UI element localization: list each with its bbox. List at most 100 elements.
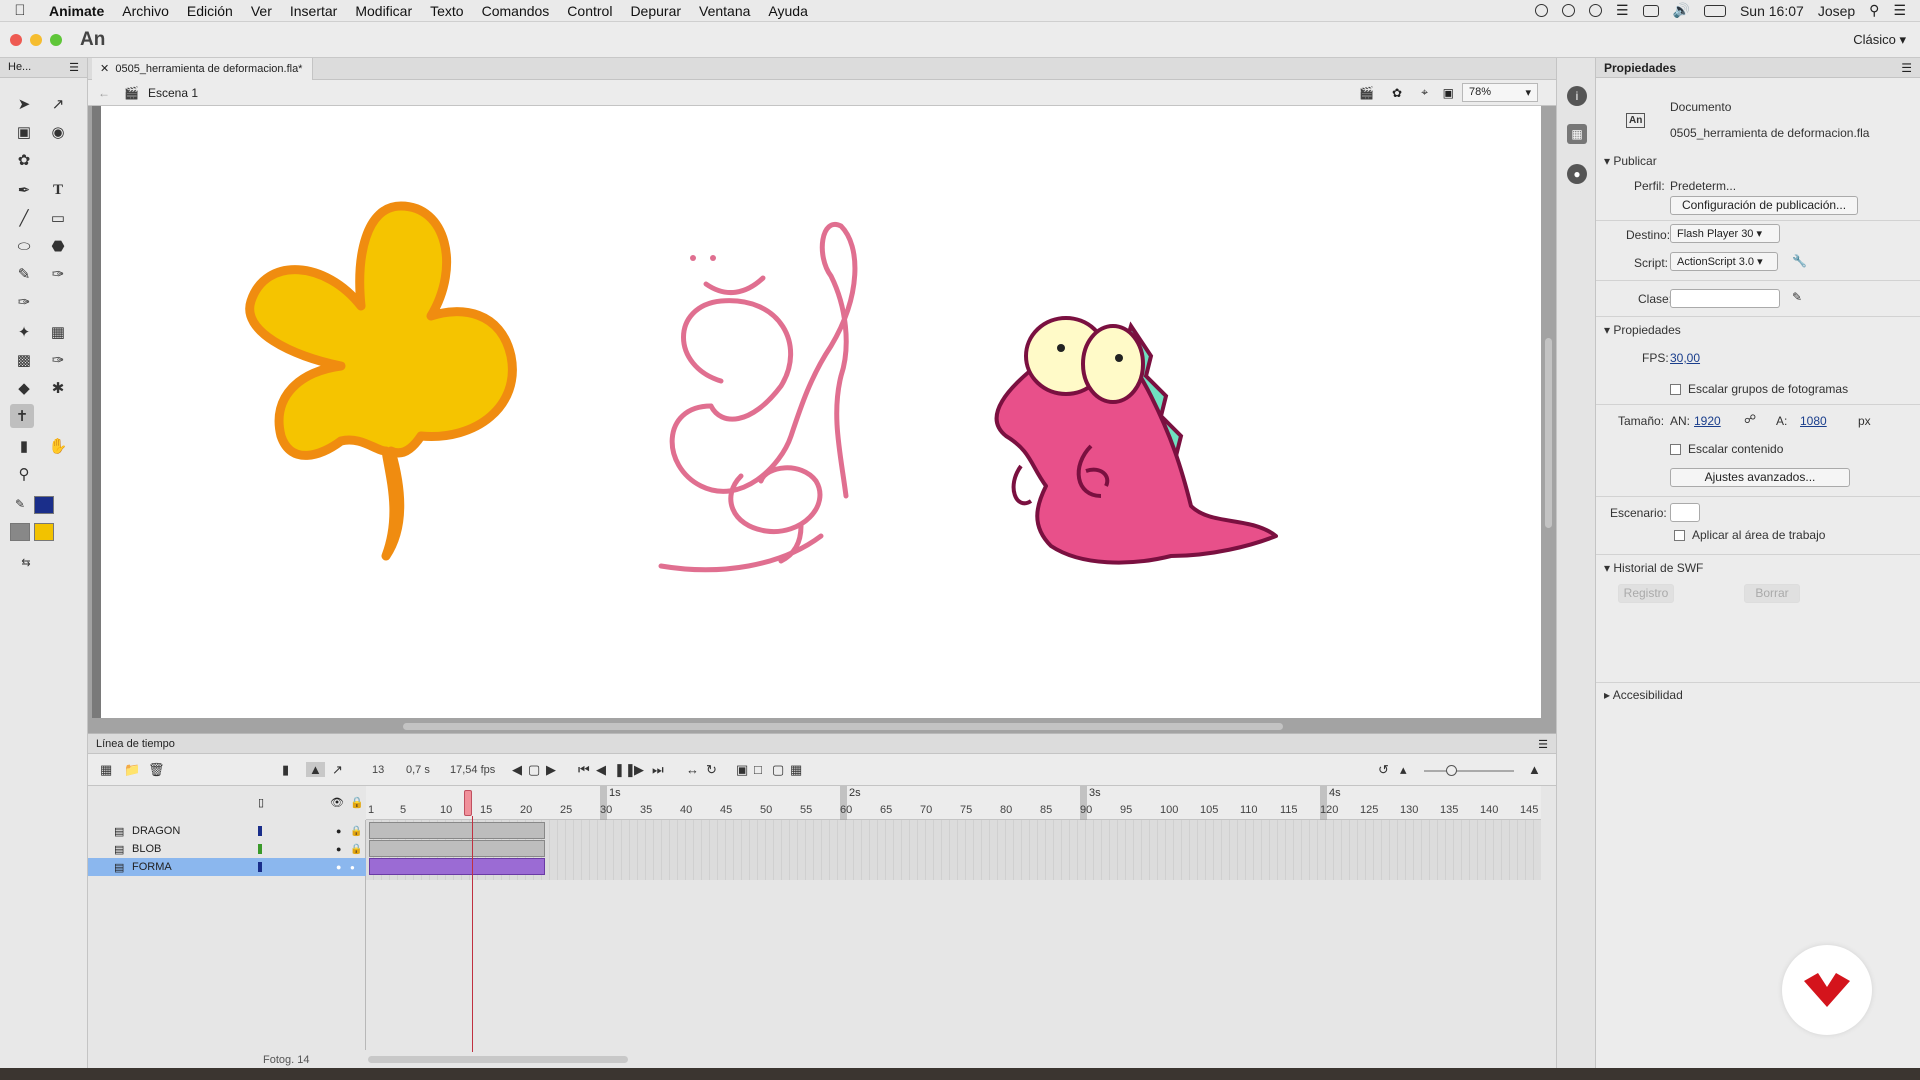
current-frame[interactable]: 13 bbox=[372, 764, 384, 776]
bone-tool-icon[interactable]: ✦ bbox=[12, 320, 36, 344]
menu-texto[interactable]: Texto bbox=[421, 3, 472, 19]
subselection-tool-icon[interactable]: ↗ bbox=[46, 92, 70, 116]
menu-modificar[interactable]: Modificar bbox=[346, 3, 421, 19]
pencil-tool-icon[interactable]: ✎ bbox=[12, 262, 36, 286]
library-icon[interactable]: ▦ bbox=[1567, 124, 1587, 144]
menu-edicion[interactable]: Edición bbox=[178, 3, 242, 19]
layer-color-swatch[interactable] bbox=[258, 826, 262, 836]
menu-insertar[interactable]: Insertar bbox=[281, 3, 346, 19]
minimize-window-button[interactable] bbox=[30, 33, 42, 46]
scale-frame-groups-checkbox[interactable] bbox=[1670, 384, 1681, 395]
apple-menu-icon[interactable]:  bbox=[0, 2, 40, 19]
back-arrow-icon[interactable]: ← bbox=[98, 86, 110, 100]
swf-log-button[interactable]: Registro bbox=[1618, 584, 1674, 603]
new-layer-icon[interactable]: ▦ bbox=[100, 762, 112, 778]
creative-cloud-icon[interactable] bbox=[1561, 4, 1575, 17]
last-frame-icon[interactable]: ⏭ bbox=[652, 762, 664, 778]
close-window-button[interactable] bbox=[10, 33, 22, 46]
user-name[interactable]: Josep bbox=[1818, 3, 1855, 19]
center-stage-icon[interactable]: ⌖ bbox=[1421, 85, 1428, 100]
ink-bottle-tool-icon[interactable]: ▩ bbox=[12, 348, 36, 372]
width-tool-icon[interactable]: ✱ bbox=[46, 376, 70, 400]
paint-brush-tool-icon[interactable]: ✑ bbox=[12, 290, 36, 314]
playhead[interactable] bbox=[464, 790, 472, 816]
lock-icon[interactable]: 🔒 bbox=[350, 826, 362, 837]
apply-workarea-checkbox[interactable] bbox=[1674, 530, 1685, 541]
frame-rate[interactable]: 17,54 fps bbox=[450, 764, 495, 776]
link-dimensions-icon[interactable]: ☍ bbox=[1744, 412, 1756, 426]
publish-section-toggle[interactable]: ▾ Publicar bbox=[1604, 154, 1657, 168]
zoom-select[interactable]: 78% ▾ bbox=[1462, 83, 1538, 102]
menu-archivo[interactable]: Archivo bbox=[113, 3, 178, 19]
visibility-dot[interactable]: ● bbox=[336, 862, 341, 872]
dragon-frame-span[interactable] bbox=[369, 822, 545, 839]
clip-content-icon[interactable]: ▣ bbox=[1443, 86, 1454, 100]
layer-color-swatch[interactable] bbox=[258, 844, 262, 854]
stage-horizontal-scrollbar[interactable] bbox=[403, 723, 1283, 730]
workspace-selector[interactable]: Clásico ▾ bbox=[1853, 32, 1906, 48]
timeline-ruler[interactable]: 1s 2s 3s 4s 1 5 10 15 20 25 30 35 40 45 50 55 60 65 70 75 80… bbox=[366, 786, 1541, 820]
clock[interactable]: Sun 16:07 bbox=[1740, 3, 1804, 19]
panel-menu-icon[interactable]: ☰ bbox=[1901, 61, 1912, 75]
pause-icon[interactable]: ❚❚ bbox=[614, 762, 636, 778]
blob-frame-span[interactable] bbox=[369, 840, 545, 857]
class-input[interactable] bbox=[1670, 289, 1780, 308]
lock-icon[interactable]: 🔒 bbox=[350, 844, 362, 855]
onion-outline-icon[interactable]: □ bbox=[754, 762, 762, 777]
menu-control[interactable]: Control bbox=[558, 3, 621, 19]
height-value[interactable]: 1080 bbox=[1800, 414, 1827, 428]
polystar-tool-icon[interactable]: ⬣ bbox=[46, 234, 70, 258]
stage-canvas[interactable] bbox=[101, 106, 1541, 718]
rectangle-tool-icon[interactable]: ▭ bbox=[46, 206, 70, 230]
oval-tool-icon[interactable]: ⬭ bbox=[12, 234, 36, 258]
record-status-icon[interactable] bbox=[1534, 4, 1548, 17]
menu-ventana[interactable]: Ventana bbox=[690, 3, 759, 19]
advanced-settings-button[interactable]: Ajustes avanzados... bbox=[1670, 468, 1850, 487]
menu-depurar[interactable]: Depurar bbox=[621, 3, 690, 19]
scale-content-checkbox[interactable] bbox=[1670, 444, 1681, 455]
stroke-color-swatch[interactable] bbox=[34, 496, 54, 514]
fps-value[interactable]: 30,00 bbox=[1670, 351, 1700, 365]
close-tab-icon[interactable]: ✕ bbox=[100, 63, 109, 75]
volume-icon[interactable]: 🔊 bbox=[1673, 2, 1690, 19]
properties-section-toggle[interactable]: ▾ Propiedades bbox=[1604, 323, 1681, 337]
onion-skin-icon[interactable]: ▣ bbox=[736, 762, 748, 778]
step-back-icon[interactable]: ◀ bbox=[596, 762, 606, 778]
unlocked-dot[interactable]: ● bbox=[350, 863, 355, 872]
hand-tool-icon[interactable]: ✋ bbox=[46, 434, 70, 458]
panel-menu-icon[interactable]: ☰ bbox=[69, 61, 79, 74]
publish-settings-button[interactable]: Configuración de publicación... bbox=[1670, 196, 1858, 215]
asset-warp-tool-icon[interactable]: ✝ bbox=[10, 404, 34, 428]
new-folder-icon[interactable]: 📁 bbox=[124, 762, 140, 778]
step-forward-icon[interactable]: ▶ bbox=[634, 762, 644, 778]
menu-app-name[interactable]: Animate bbox=[40, 3, 113, 19]
zoom-window-button[interactable] bbox=[50, 33, 62, 46]
stage-vertical-scrollbar[interactable] bbox=[1545, 338, 1552, 528]
previous-keyframe-icon[interactable]: ◀ bbox=[512, 762, 522, 778]
sync-icon[interactable] bbox=[1588, 4, 1602, 17]
modify-markers-icon[interactable]: ▦ bbox=[790, 762, 802, 778]
target-select[interactable]: Flash Player 30 ▾ bbox=[1670, 224, 1780, 243]
center-frame-icon[interactable]: ↔ bbox=[686, 762, 699, 777]
fill-color-swatch[interactable] bbox=[34, 523, 54, 541]
layer-row-dragon[interactable]: ▤ DRAGON ● 🔒 bbox=[88, 822, 366, 840]
layer-outline-header-icon[interactable]: ▯ bbox=[258, 796, 264, 809]
graph-icon[interactable]: ↗ bbox=[332, 762, 343, 778]
script-select[interactable]: ActionScript 3.0 ▾ bbox=[1670, 252, 1778, 271]
pen-tool-icon[interactable]: ✒ bbox=[12, 178, 36, 202]
layer-row-blob[interactable]: ▤ BLOB ● 🔒 bbox=[88, 840, 366, 858]
zoom-tool-icon[interactable]: ⚲ bbox=[12, 462, 36, 486]
eraser-tool-icon[interactable]: ◆ bbox=[12, 376, 36, 400]
loop-icon[interactable]: ↻ bbox=[706, 762, 717, 778]
first-frame-icon[interactable]: ⏮ bbox=[578, 762, 590, 778]
script-settings-icon[interactable]: 🔧 bbox=[1792, 254, 1807, 268]
edit-class-icon[interactable]: ✎ bbox=[1792, 290, 1802, 304]
show-hide-all-icon[interactable]: 👁 bbox=[330, 796, 344, 809]
camera-tool-icon[interactable]: ▮ bbox=[12, 434, 36, 458]
frame-grid[interactable] bbox=[366, 820, 1541, 880]
wifi-icon[interactable]: ☰ bbox=[1616, 2, 1629, 19]
visibility-dot[interactable]: ● bbox=[336, 826, 341, 836]
layer-row-forma[interactable]: ▤ FORMA ● ● bbox=[88, 858, 366, 876]
battery-icon[interactable] bbox=[1703, 4, 1726, 17]
delete-layer-icon[interactable]: 🗑 bbox=[148, 762, 165, 778]
